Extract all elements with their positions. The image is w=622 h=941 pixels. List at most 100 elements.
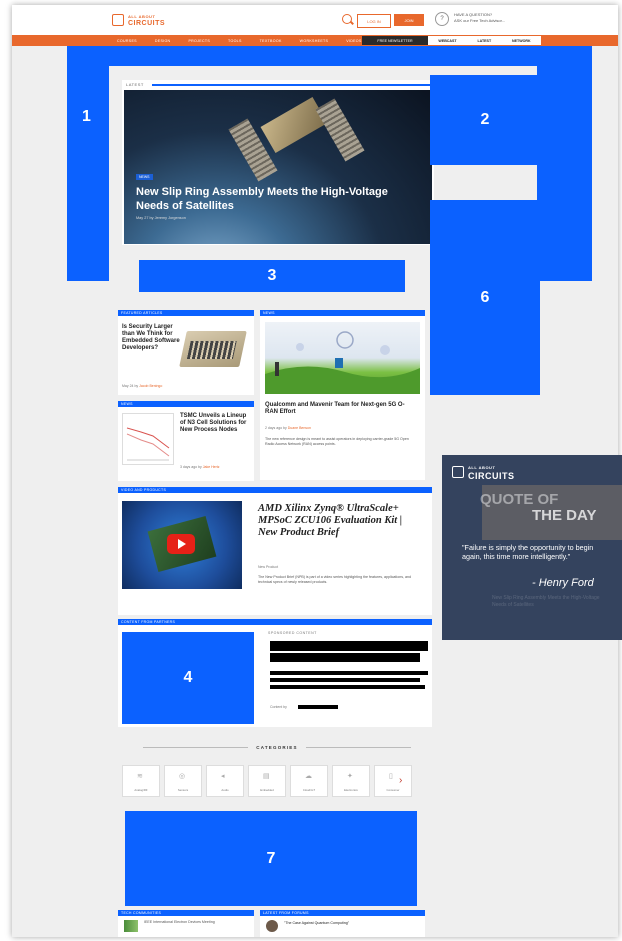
- nav-latest[interactable]: LATEST: [477, 39, 491, 43]
- nav-newsletter[interactable]: FREE NEWSLETTER: [362, 36, 428, 45]
- nav-network[interactable]: NETWORK: [512, 39, 531, 43]
- ad-label-3: 3: [267, 267, 277, 284]
- news-title[interactable]: Qualcomm and Mavenir Team for Next-gen 5…: [265, 402, 415, 416]
- news-meta: 2 days ago by Duane Benson: [265, 426, 311, 430]
- category-tile[interactable]: ✦ Electronics: [332, 765, 370, 797]
- quote-of-the-day-card: ALL ABOUT CIRCUITS QUOTE OF THE DAY "Fai…: [442, 455, 622, 640]
- hero-article[interactable]: LATEST NEWS New Slip Ring Assembly Meets…: [122, 80, 434, 245]
- ad-block-7: 7: [125, 811, 417, 906]
- chart-thumbnail: [122, 413, 174, 465]
- quote-author: - Henry Ford: [532, 577, 594, 589]
- site-header: ALL ABOUT CIRCUITS LOG IN JOIN ? HAVE A …: [12, 5, 618, 35]
- divider: [305, 746, 411, 748]
- category-label: Analog/RF: [134, 788, 148, 792]
- news2-meta: 3 days ago by Jake Hertz: [180, 465, 220, 469]
- tech-communities-card[interactable]: TECH COMMUNITIES IEEE International Elec…: [118, 910, 254, 937]
- consumer-icon: ▯: [389, 773, 393, 780]
- video-meta: New Product: [258, 565, 279, 569]
- featured-articles-card[interactable]: FEATURED ARTICLES Is Security Larger tha…: [118, 310, 254, 395]
- search-icon[interactable]: [342, 14, 352, 24]
- category-tile[interactable]: ◎ Sensors: [164, 765, 202, 797]
- featured-article-author[interactable]: Jacob Beningo: [139, 384, 162, 388]
- redacted-line-3: [270, 685, 425, 689]
- forums-text[interactable]: "The Case Against Quantum Computing": [284, 921, 419, 926]
- news-card[interactable]: NEWS Qualcomm and Mavenir Team for Next-…: [260, 310, 425, 480]
- nav-item-worksheets[interactable]: WORKSHEETS: [291, 39, 338, 43]
- chevron-right-icon[interactable]: ›: [399, 775, 402, 786]
- category-tile[interactable]: ▯ Consumer: [374, 765, 412, 797]
- featured-article-title[interactable]: Is Security Larger than We Think for Emb…: [122, 324, 184, 352]
- ad-block-3: 3: [139, 260, 405, 292]
- quote-text: "Failure is simply the opportunity to be…: [462, 543, 594, 561]
- community-thumb: [124, 920, 138, 932]
- redacted-line-2: [270, 678, 420, 682]
- ask-advisor[interactable]: HAVE A QUESTION? ASK our Free Tech Advis…: [454, 12, 505, 24]
- nav-item-textbook[interactable]: TEXTBOOK: [251, 39, 291, 43]
- nav-item-tools[interactable]: TOOLS: [219, 39, 251, 43]
- tech-communities-text[interactable]: IEEE International Electron Devices Meet…: [144, 920, 244, 925]
- avatar: [266, 920, 278, 932]
- news-summary: The new reference design is meant to ass…: [265, 437, 409, 446]
- login-button[interactable]: LOG IN: [357, 14, 391, 28]
- category-tiles: ≋ Analog/RF ◎ Sensors ◂ Audio ▤ Embedded ☁ Cl…: [122, 765, 412, 797]
- news2-title[interactable]: TSMC Unveils a Lineup of N3 Cell Solutio…: [180, 413, 250, 434]
- nav-item-courses[interactable]: COURSES: [108, 39, 146, 43]
- redacted-title-2: [270, 653, 420, 662]
- keyboard-thumbnail: [179, 331, 247, 367]
- quote-background-text: New Slip Ring Assembly Meets the High-Vo…: [492, 595, 600, 608]
- category-tile[interactable]: ◂ Audio: [206, 765, 244, 797]
- category-label: Embedded: [260, 788, 274, 792]
- nav-item-design[interactable]: DESIGN: [146, 39, 180, 43]
- main-nav: COURSES DESIGN PROJECTS TOOLS TEXTBOOK W…: [12, 35, 618, 46]
- video-thumbnail[interactable]: [122, 501, 242, 589]
- forums-card[interactable]: LATEST FROM FORUMS "The Case Against Qua…: [260, 910, 425, 937]
- categories-heading: CATEGORIES: [122, 743, 432, 751]
- category-tile[interactable]: ▤ Embedded: [248, 765, 286, 797]
- divider: [143, 746, 249, 748]
- ask-line-2: ASK our Free Tech Advisor...: [454, 18, 506, 23]
- news-card-2[interactable]: NEWS TSMC Unveils a Lineup of N3 Cell So…: [118, 401, 254, 481]
- join-button[interactable]: JOIN: [394, 14, 424, 26]
- video-summary: The New Product Brief (NPB) is part of a…: [258, 575, 412, 584]
- play-icon[interactable]: [167, 534, 195, 554]
- ad-label-4: 4: [183, 669, 193, 686]
- ad-block-6: 6: [430, 200, 540, 395]
- sensor-icon: ◎: [179, 773, 186, 780]
- video-header: VIDEO AND PRODUCTS: [118, 487, 432, 493]
- category-label: Cloud/IoT: [302, 788, 316, 792]
- hero-meta: May 27 by Jeremy Jorgenson: [136, 216, 186, 220]
- redacted-line-1: [270, 671, 428, 675]
- categories-label: CATEGORIES: [256, 744, 298, 750]
- news-image[interactable]: [265, 322, 420, 394]
- news2-author[interactable]: Jake Hertz: [203, 465, 220, 469]
- category-label: Sensors: [177, 788, 189, 792]
- site-logo[interactable]: ALL ABOUT CIRCUITS: [112, 13, 165, 27]
- ad-block-4: 4: [122, 632, 254, 724]
- sponsored-header: CONTENT FROM PARTNERS: [118, 619, 432, 625]
- hero-tag[interactable]: NEWS: [136, 174, 153, 180]
- featured-articles-header: FEATURED ARTICLES: [118, 310, 254, 316]
- quote-logo: ALL ABOUT CIRCUITS: [452, 463, 515, 481]
- featured-article-meta: May 24 by Jacob Beningo: [122, 384, 163, 388]
- question-icon[interactable]: ?: [435, 12, 449, 26]
- section-underline: [152, 84, 430, 86]
- sponsored-label: SPONSORED CONTENT: [268, 631, 317, 635]
- ad-block-1-top-strip: [67, 46, 592, 66]
- video-products-card[interactable]: VIDEO AND PRODUCTS AMD Xilinx Zynq® Ultr…: [118, 487, 432, 615]
- category-label: Consumer: [386, 788, 400, 792]
- news-author[interactable]: Duane Benson: [288, 426, 311, 430]
- nav-secondary: WEBCAST LATEST NETWORK: [428, 36, 541, 45]
- category-tile[interactable]: ☁ Cloud/IoT: [290, 765, 328, 797]
- hero-title[interactable]: New Slip Ring Assembly Meets the High-Vo…: [136, 185, 406, 213]
- nav-webcast[interactable]: WEBCAST: [438, 39, 456, 43]
- nav-item-projects[interactable]: PROJECTS: [179, 39, 219, 43]
- ad-label-7: 7: [266, 849, 276, 867]
- quote-title-line-1: QUOTE OF: [480, 491, 559, 508]
- audio-icon: ◂: [221, 773, 225, 780]
- logo-box-icon: [112, 14, 124, 26]
- hero-image[interactable]: NEWS New Slip Ring Assembly Meets the Hi…: [124, 90, 432, 244]
- category-tile[interactable]: ≋ Analog/RF: [122, 765, 160, 797]
- video-title[interactable]: AMD Xilinx Zynq® UltraScale+ MPSoC ZCU10…: [258, 503, 418, 539]
- sponsored-meta: Content by: [270, 705, 287, 709]
- logo-box-icon: [452, 466, 464, 478]
